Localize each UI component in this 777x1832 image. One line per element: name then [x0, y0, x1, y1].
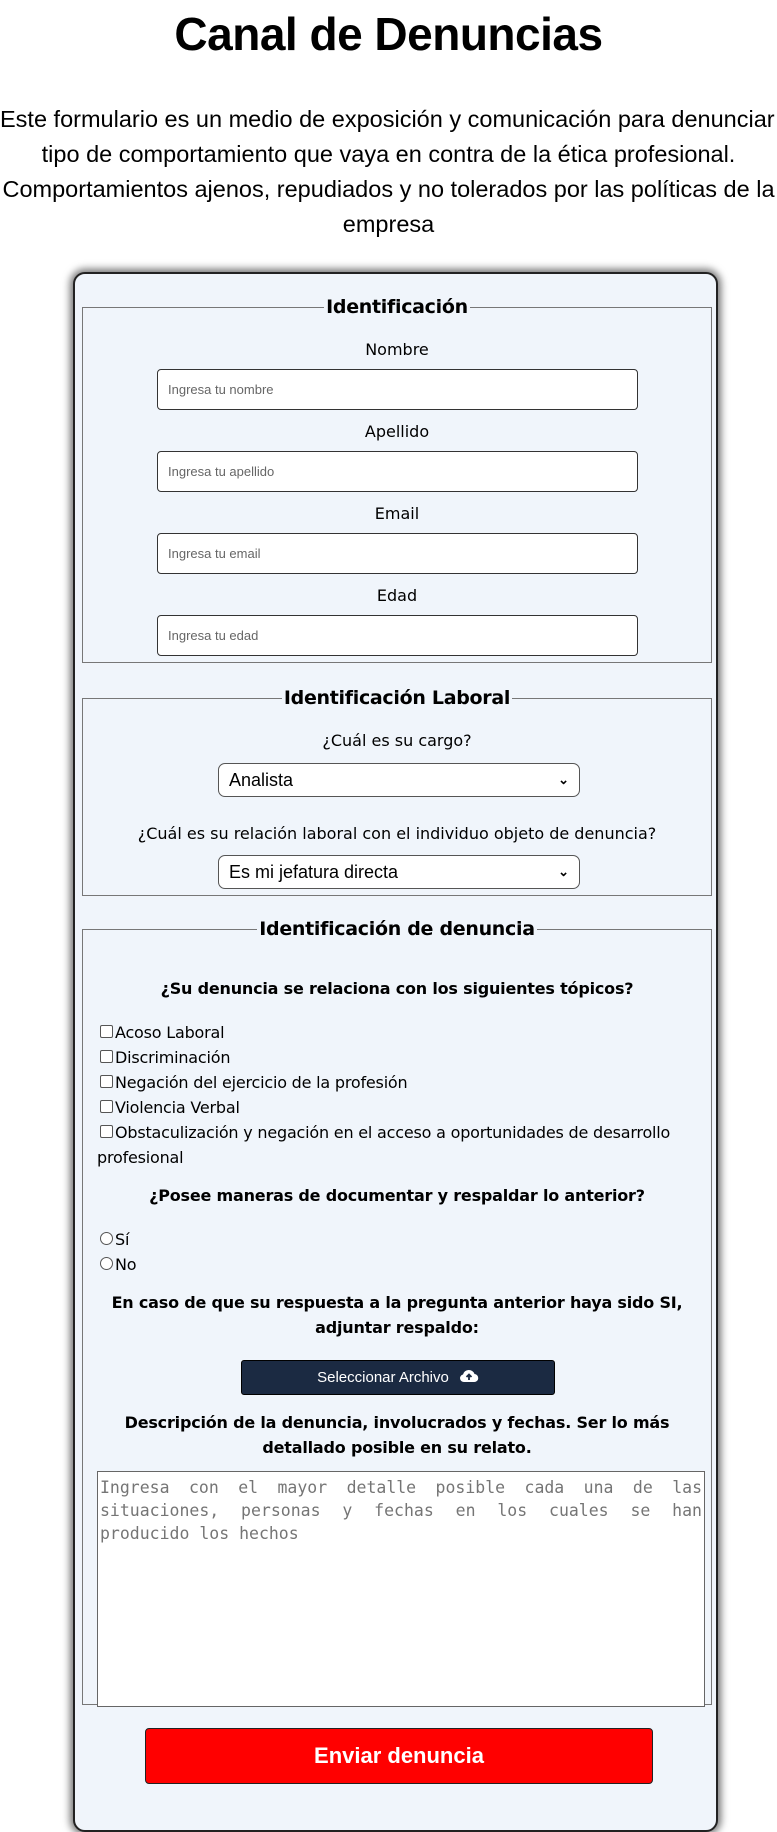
edad-label: Edad: [376, 586, 418, 605]
respaldo-radio-row[interactable]: Sí: [97, 1227, 701, 1252]
topic-label: Obstaculización y negación en el acceso …: [97, 1123, 671, 1167]
topic-checkbox-row[interactable]: Acoso Laboral: [97, 1020, 701, 1045]
topic-label: Negación del ejercicio de la profesión: [115, 1073, 408, 1092]
cargo-label: ¿Cuál es su cargo?: [322, 731, 472, 750]
submit-button[interactable]: Enviar denuncia: [145, 1728, 653, 1784]
topicos-question: ¿Su denuncia se relaciona con los siguie…: [160, 979, 634, 998]
legend-laboral: Identificación Laboral: [283, 687, 511, 709]
checkbox[interactable]: [100, 1100, 113, 1113]
intro-line: Este formulario es un medio de exposició…: [0, 106, 777, 132]
checkbox[interactable]: [100, 1050, 113, 1063]
checkbox[interactable]: [100, 1075, 113, 1088]
descripcion-textarea[interactable]: [97, 1471, 705, 1707]
apellido-label: Apellido: [364, 422, 430, 441]
apellido-input[interactable]: [157, 451, 638, 492]
relacion-label: ¿Cuál es su relación laboral con el indi…: [137, 824, 657, 843]
cargo-selected-value: Analista: [229, 769, 294, 790]
relacion-selected-value: Es mi jefatura directa: [229, 861, 399, 882]
chevron-down-icon: ⌄: [558, 772, 569, 787]
cloud-upload-icon: [459, 1369, 479, 1387]
respaldo-question: ¿Posee maneras de documentar y respaldar…: [149, 1186, 645, 1205]
topic-label: Discriminación: [115, 1048, 231, 1067]
email-label: Email: [374, 504, 420, 523]
descripcion-text: Descripción de la denuncia, involucrados…: [124, 1413, 670, 1457]
select-file-label: Seleccionar Archivo: [317, 1369, 449, 1386]
radio-button[interactable]: [100, 1257, 113, 1270]
legend-identificacion: Identificación: [326, 296, 468, 318]
edad-input[interactable]: [157, 615, 638, 656]
topic-label: Violencia Verbal: [115, 1098, 240, 1117]
complaint-form: Identificación Nombre Apellido Email Eda…: [73, 272, 718, 1832]
fieldset-denuncia: Identificación de denuncia ¿Su denuncia …: [82, 918, 712, 1707]
topic-checkbox-row[interactable]: Violencia Verbal: [97, 1095, 701, 1120]
topic-checkbox-row[interactable]: Negación del ejercicio de la profesión: [97, 1070, 701, 1095]
intro-text: Este formulario es un medio de exposició…: [0, 102, 777, 242]
email-input[interactable]: [157, 533, 638, 574]
intro-line: Comportamientos ajenos, repudiados y no …: [2, 176, 775, 202]
select-file-button[interactable]: Seleccionar Archivo: [241, 1360, 555, 1395]
topic-label: Acoso Laboral: [115, 1023, 225, 1042]
checkbox[interactable]: [100, 1125, 113, 1138]
page-title: Canal de Denuncias: [174, 8, 603, 60]
radio-label: No: [115, 1255, 137, 1274]
chevron-down-icon: ⌄: [558, 864, 569, 879]
topic-checkbox-row[interactable]: Discriminación: [97, 1045, 701, 1070]
checkbox[interactable]: [100, 1025, 113, 1038]
fieldset-laboral: Identificación Laboral ¿Cuál es su cargo…: [82, 687, 712, 896]
intro-line: empresa: [342, 211, 435, 237]
radio-label: Sí: [115, 1230, 130, 1249]
legend-denuncia: Identificación de denuncia: [259, 918, 535, 940]
nombre-input[interactable]: [157, 369, 638, 410]
topic-checkbox-row[interactable]: Obstaculización y negación en el acceso …: [97, 1120, 703, 1170]
radio-button[interactable]: [100, 1232, 113, 1245]
intro-line: tipo de comportamiento que vaya en contr…: [41, 141, 736, 167]
adjuntar-text: En caso de que su respuesta a la pregunt…: [111, 1293, 683, 1337]
cargo-select[interactable]: Analista ⌄: [218, 763, 580, 797]
relacion-select[interactable]: Es mi jefatura directa ⌄: [218, 855, 580, 889]
respaldo-radio-row[interactable]: No: [97, 1252, 701, 1277]
nombre-label: Nombre: [365, 340, 429, 359]
fieldset-identificacion: Identificación Nombre Apellido Email Eda…: [82, 296, 712, 663]
